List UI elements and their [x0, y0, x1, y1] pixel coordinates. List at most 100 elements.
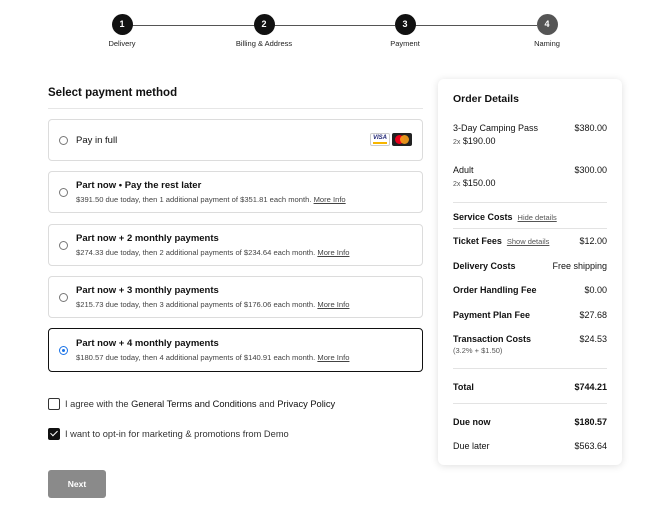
plan-fee-value: $27.68: [579, 310, 607, 320]
ticket-fees-text: Ticket Fees: [453, 236, 502, 246]
total-label: Total: [453, 382, 474, 392]
marketing-label: I want to opt-in for marketing & promoti…: [65, 429, 289, 439]
due-later-row: Due later $563.64: [453, 441, 607, 453]
due-later-label: Due later: [453, 441, 490, 451]
divider: [453, 403, 607, 404]
divider: [48, 108, 423, 109]
handling-fee-label: Order Handling Fee: [453, 285, 537, 295]
item-unit: 2x $150.00: [453, 178, 495, 188]
step-number: 1: [111, 14, 133, 35]
radio-button-selected[interactable]: [59, 346, 68, 355]
option-title: Part now + 4 monthly payments: [76, 338, 219, 349]
due-now-row: Due now $180.57: [453, 417, 607, 429]
option-desc-text: $391.50 due today, then 1 additional pay…: [76, 195, 312, 204]
handling-fee-value: $0.00: [584, 285, 607, 295]
next-button[interactable]: Next: [48, 470, 106, 498]
step-delivery[interactable]: 1 Delivery: [62, 14, 182, 48]
step-label: Payment: [390, 39, 420, 48]
handling-fee-row: Order Handling Fee $0.00: [453, 285, 607, 297]
transaction-costs-detail: (3.2% + $1.50): [453, 346, 503, 355]
step-number: 4: [536, 14, 558, 35]
terms-label: I agree with the General Terms and Condi…: [65, 399, 335, 409]
delivery-costs-row: Delivery Costs Free shipping: [453, 261, 607, 273]
terms-and: and: [259, 399, 275, 409]
radio-button[interactable]: [59, 241, 68, 250]
more-info-link[interactable]: More Info: [317, 353, 349, 362]
step-naming: 4 Naming: [487, 14, 607, 48]
due-now-value: $180.57: [574, 417, 607, 427]
plan-fee-row: Payment Plan Fee $27.68: [453, 310, 607, 322]
transaction-costs-label: Transaction Costs: [453, 334, 532, 344]
payment-option-pay-later[interactable]: Part now • Pay the rest later $391.50 du…: [48, 171, 423, 213]
service-costs-label: Service Costs Hide details: [453, 212, 557, 222]
step-payment[interactable]: 3 Payment: [345, 14, 465, 48]
divider: [453, 368, 607, 369]
due-later-value: $563.64: [574, 441, 607, 451]
due-now-label: Due now: [453, 417, 491, 427]
item-qty: 2x: [453, 181, 461, 188]
option-desc-text: $215.73 due today, then 3 additional pay…: [76, 300, 316, 309]
item-unit-price: $190.00: [462, 136, 496, 146]
plan-fee-label: Payment Plan Fee: [453, 310, 531, 320]
transaction-costs-row: Transaction Costs $24.53 (3.2% + $1.50): [453, 334, 607, 358]
radio-button[interactable]: [59, 188, 68, 197]
divider: [453, 228, 607, 229]
option-description: $274.33 due today, then 2 additional pay…: [76, 248, 349, 257]
order-details-panel: Order Details 3-Day Camping Pass $380.00…: [438, 79, 622, 465]
payment-option-full[interactable]: Pay in full VISA: [48, 119, 423, 161]
option-desc-text: $180.57 due today, then 4 additional pay…: [76, 353, 316, 362]
divider: [453, 202, 607, 203]
show-details-link[interactable]: Show details: [507, 237, 550, 246]
step-label: Naming: [534, 39, 560, 48]
option-description: $391.50 due today, then 1 additional pay…: [76, 195, 346, 204]
option-description: $180.57 due today, then 4 additional pay…: [76, 353, 349, 362]
payment-option-3-monthly[interactable]: Part now + 3 monthly payments $215.73 du…: [48, 276, 423, 318]
option-title: Pay in full: [76, 135, 118, 146]
ticket-fees-label: Ticket Fees Show details: [453, 236, 549, 246]
item-total: $300.00: [574, 165, 607, 175]
option-desc-text: $274.33 due today, then 2 additional pay…: [76, 248, 316, 257]
item-qty: 2x: [453, 139, 461, 146]
radio-button[interactable]: [59, 293, 68, 302]
option-title: Part now • Pay the rest later: [76, 180, 202, 191]
step-number: 3: [394, 14, 416, 35]
item-unit: 2x $190.00: [453, 136, 495, 146]
service-costs-text: Service Costs: [453, 212, 513, 222]
payment-section-title: Select payment method: [48, 87, 178, 99]
delivery-costs-label: Delivery Costs: [453, 261, 516, 271]
terms-prefix: I agree with the: [65, 399, 129, 409]
terms-link[interactable]: General Terms and Conditions: [131, 399, 256, 409]
privacy-policy-link[interactable]: Privacy Policy: [277, 399, 335, 409]
more-info-link[interactable]: More Info: [317, 248, 349, 257]
ticket-fees-value: $12.00: [579, 236, 607, 246]
service-costs-row: Service Costs Hide details: [453, 212, 607, 224]
item-name: 3-Day Camping Pass: [453, 123, 539, 133]
item-name: Adult: [453, 165, 474, 175]
order-item: 3-Day Camping Pass $380.00 2x $190.00: [453, 123, 607, 151]
delivery-costs-value: Free shipping: [552, 261, 607, 271]
option-title: Part now + 3 monthly payments: [76, 285, 219, 296]
step-number: 2: [253, 14, 275, 35]
order-item: Adult $300.00 2x $150.00: [453, 165, 607, 193]
order-details-title: Order Details: [453, 93, 519, 105]
terms-checkbox[interactable]: [48, 398, 60, 410]
option-description: $215.73 due today, then 3 additional pay…: [76, 300, 349, 309]
visa-card-icon: VISA: [370, 133, 390, 146]
step-label: Delivery: [108, 39, 136, 48]
radio-button[interactable]: [59, 136, 68, 145]
card-icons: VISA: [370, 133, 412, 146]
option-title: Part now + 2 monthly payments: [76, 233, 219, 244]
more-info-link[interactable]: More Info: [317, 300, 349, 309]
item-unit-price: $150.00: [462, 178, 496, 188]
ticket-fees-row: Ticket Fees Show details $12.00: [453, 236, 607, 248]
step-billing[interactable]: 2 Billing & Address: [204, 14, 324, 48]
more-info-link[interactable]: More Info: [314, 195, 346, 204]
item-total: $380.00: [574, 123, 607, 133]
payment-option-2-monthly[interactable]: Part now + 2 monthly payments $274.33 du…: [48, 224, 423, 266]
checkout-stepper: 1 Delivery 2 Billing & Address 3 Payment…: [0, 14, 670, 54]
step-label: Billing & Address: [235, 39, 293, 48]
mastercard-icon: [392, 133, 412, 146]
hide-details-link[interactable]: Hide details: [518, 213, 557, 222]
marketing-checkbox[interactable]: [48, 428, 60, 440]
payment-option-4-monthly[interactable]: Part now + 4 monthly payments $180.57 du…: [48, 328, 423, 372]
